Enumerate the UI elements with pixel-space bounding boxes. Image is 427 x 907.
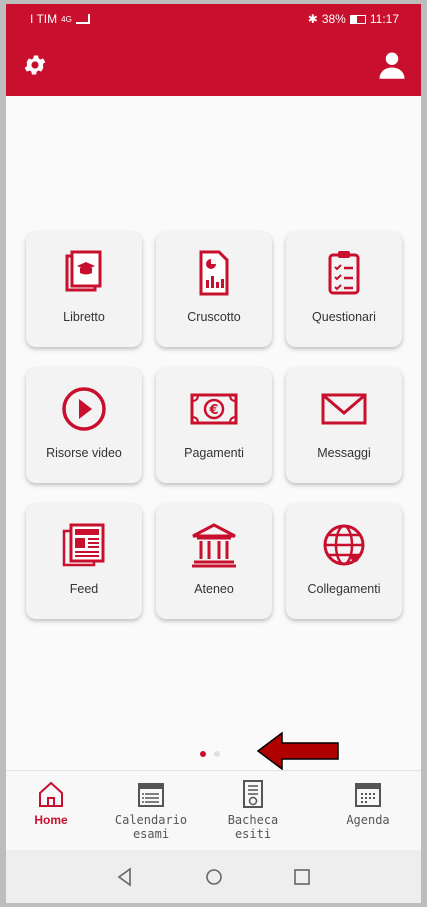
user-icon[interactable] xyxy=(377,50,407,80)
home-circle-icon[interactable] xyxy=(203,866,225,888)
battery-icon xyxy=(349,14,366,24)
back-icon[interactable] xyxy=(114,866,136,888)
tile-questionari[interactable]: Questionari xyxy=(286,232,402,347)
tile-messaggi[interactable]: Messaggi xyxy=(286,368,402,483)
tile-label: Feed xyxy=(69,582,99,596)
globe-network-icon xyxy=(323,524,365,566)
tile-collegamenti[interactable]: Collegamenti xyxy=(286,504,402,619)
signal-icon xyxy=(75,14,90,24)
calendar-list-icon xyxy=(138,783,164,807)
tile-label: Pagamenti xyxy=(184,446,244,460)
tile-label: Messaggi xyxy=(317,446,371,460)
page-dot-active[interactable] xyxy=(200,751,206,757)
annotation-arrow xyxy=(256,731,339,771)
tile-label: Ateneo xyxy=(194,582,234,596)
home-icon xyxy=(39,781,63,807)
tile-ateneo[interactable]: Ateneo xyxy=(156,504,272,619)
tile-label: Cruscotto xyxy=(187,310,241,324)
recent-apps-icon[interactable] xyxy=(291,866,313,888)
page-dot[interactable] xyxy=(214,751,220,757)
status-left: I TIM 4G xyxy=(30,12,90,26)
nav-bacheca-esiti[interactable]: Bacheca esiti xyxy=(208,779,298,841)
nav-label: Agenda xyxy=(346,813,390,827)
envelope-icon xyxy=(321,393,367,425)
tile-label: Libretto xyxy=(63,310,105,324)
network-label: 4G xyxy=(61,14,72,24)
system-navigation-bar xyxy=(6,850,421,903)
nav-calendario-esami[interactable]: Calendario esami xyxy=(106,779,196,841)
nav-agenda[interactable]: Agenda xyxy=(323,779,413,827)
clock: 11:17 xyxy=(369,12,399,26)
tile-pagamenti[interactable]: € Pagamenti xyxy=(156,368,272,483)
university-building-icon xyxy=(192,523,236,568)
nav-label: Home xyxy=(34,813,68,827)
tile-label: Risorse video xyxy=(46,446,122,460)
svg-text:€: € xyxy=(208,403,218,418)
euro-banknote-icon: € xyxy=(190,393,238,425)
clipboard-checklist-icon xyxy=(328,251,360,295)
tile-libretto[interactable]: Libretto xyxy=(26,232,142,347)
tile-feed[interactable]: Feed xyxy=(26,504,142,619)
play-circle-icon xyxy=(62,387,106,431)
battery-percent: 38% xyxy=(321,12,346,26)
tile-label: Collegamenti xyxy=(307,582,381,596)
calendar-grid-icon xyxy=(355,783,381,807)
report-chart-icon xyxy=(199,250,229,296)
bluetooth-icon: ✱ xyxy=(307,12,318,26)
main-content: Libretto Cruscotto Questionari Risorse v… xyxy=(6,96,421,771)
tile-risorse-video[interactable]: Risorse video xyxy=(26,368,142,483)
nav-label: Bacheca esiti xyxy=(227,813,279,841)
bottom-navigation: Home Calendario esami Bacheca esiti Agen… xyxy=(6,770,421,850)
tile-label: Questionari xyxy=(312,310,376,324)
tile-cruscotto[interactable]: Cruscotto xyxy=(156,232,272,347)
status-bar: I TIM 4G ✱ 38% 11:17 xyxy=(6,4,421,34)
newspaper-icon xyxy=(62,523,105,567)
gear-icon[interactable] xyxy=(22,52,48,78)
results-board-icon xyxy=(243,780,263,808)
phone-screen: I TIM 4G ✱ 38% 11:17 Libretto Cruscotto … xyxy=(6,4,421,903)
carrier-label: I TIM xyxy=(30,12,58,26)
app-bar xyxy=(6,34,421,96)
graduation-book-icon xyxy=(65,250,102,292)
nav-home[interactable]: Home xyxy=(6,779,96,827)
status-right: ✱ 38% 11:17 xyxy=(308,12,399,26)
page-indicator xyxy=(200,751,220,757)
nav-label: Calendario esami xyxy=(114,813,188,841)
